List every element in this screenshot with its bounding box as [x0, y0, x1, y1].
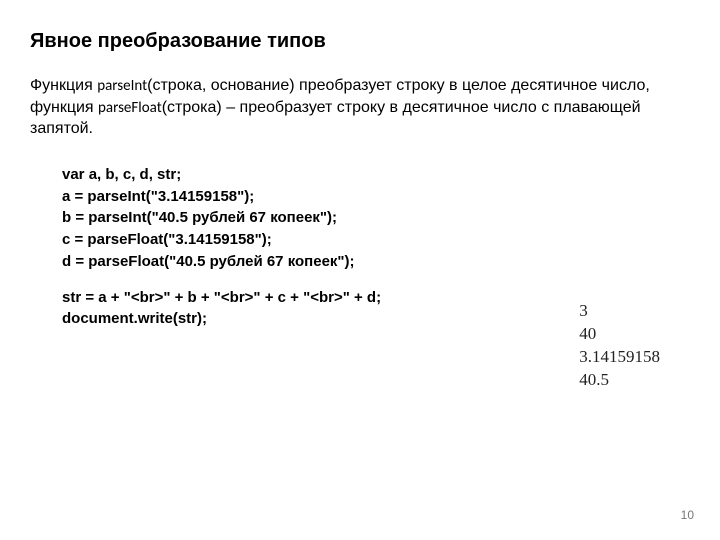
code-line: d = parseFloat("40.5 рублей 67 копеек"); — [62, 251, 690, 273]
output-line: 40 — [579, 323, 660, 346]
code-line: b = parseInt("40.5 рублей 67 копеек"); — [62, 207, 690, 229]
slide-heading: Явное преобразование типов — [30, 30, 690, 53]
code-line: var a, b, c, d, str; — [62, 164, 690, 186]
function-name: parseInt — [97, 77, 147, 95]
code-line: c = parseFloat("3.14159158"); — [62, 229, 690, 251]
output-panel: 3 40 3.14159158 40.5 — [579, 300, 660, 392]
code-line: a = parseInt("3.14159158"); — [62, 186, 690, 208]
function-name: parseFloat — [98, 99, 162, 117]
output-line: 3.14159158 — [579, 346, 660, 369]
output-line: 3 — [579, 300, 660, 323]
text-fragment: Функция — [30, 77, 97, 94]
description-paragraph: Функция parseInt(строка, основание) прео… — [30, 75, 690, 140]
blank-line — [62, 273, 690, 287]
page-number: 10 — [681, 508, 694, 522]
output-line: 40.5 — [579, 369, 660, 392]
